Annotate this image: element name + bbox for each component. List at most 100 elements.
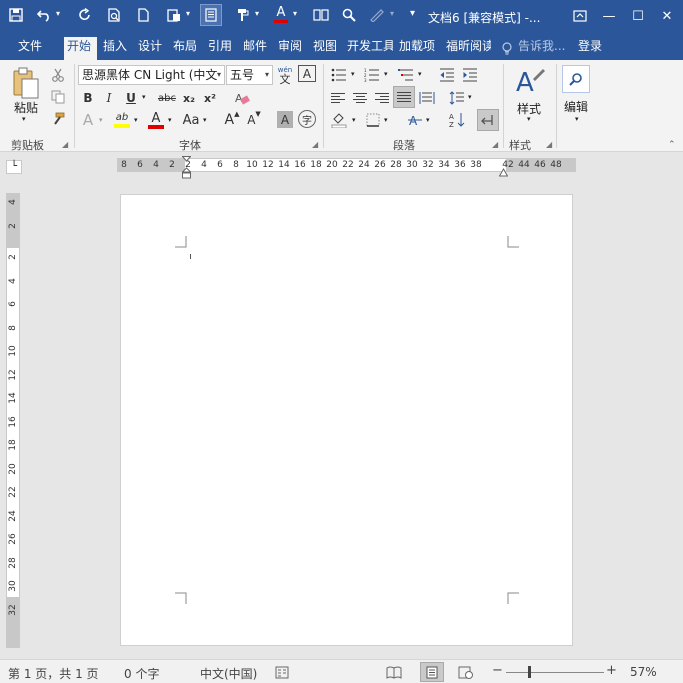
bold-button[interactable]: B <box>80 88 96 108</box>
find-search-icon[interactable] <box>562 65 590 93</box>
multilevel-list-icon[interactable] <box>397 65 415 85</box>
language-indicator[interactable]: 中文(中国) <box>200 665 257 682</box>
zoom-slider-thumb[interactable] <box>528 666 531 678</box>
justify-icon[interactable] <box>393 86 415 108</box>
tab-references[interactable]: 引用 <box>205 37 235 60</box>
enclose-characters-button[interactable]: 字 <box>298 110 316 128</box>
font-color-dropdown-icon[interactable]: ▾ <box>168 116 172 124</box>
styles-launcher-icon[interactable]: ◢ <box>546 140 552 149</box>
page-count[interactable]: 第 1 页，共 1 页 <box>8 665 99 682</box>
repeat-icon[interactable] <box>74 4 96 26</box>
superscript-button[interactable]: x² <box>202 88 218 108</box>
paste-dropdown-icon[interactable]: ▾ <box>22 115 26 123</box>
change-case-dropdown-icon[interactable]: ▾ <box>203 116 207 124</box>
zoom-level[interactable]: 57% <box>630 665 657 679</box>
align-right-icon[interactable] <box>374 88 390 108</box>
cut-icon[interactable] <box>49 65 67 85</box>
zoom-out-button[interactable]: − <box>492 663 503 678</box>
print-preview-icon[interactable] <box>103 4 125 26</box>
indent-markers-icon[interactable] <box>181 156 192 180</box>
underline-button[interactable]: U <box>123 88 139 108</box>
undo-icon[interactable] <box>33 4 55 26</box>
tab-selector-icon[interactable]: └ <box>6 160 22 174</box>
align-left-icon[interactable] <box>330 88 346 108</box>
vertical-ruler[interactable]: 4 2 2 4 6 8 10 12 14 16 18 20 22 24 26 28 30 32 <box>6 193 20 648</box>
strikethrough-button[interactable]: abc <box>156 88 178 108</box>
minimize-button[interactable]: — <box>594 0 624 32</box>
shading-dropdown-icon[interactable]: ▾ <box>352 116 356 124</box>
change-case-button[interactable]: Aa <box>180 110 202 130</box>
character-shading-button[interactable]: A <box>277 111 293 128</box>
tab-mailings[interactable]: 邮件 <box>240 37 270 60</box>
page-view-icon[interactable] <box>200 4 222 26</box>
format-painter-icon[interactable] <box>49 109 67 129</box>
customize-qat-icon[interactable]: ▾ <box>410 8 415 19</box>
right-indent-marker-icon[interactable] <box>498 166 509 177</box>
save-icon[interactable] <box>5 4 27 26</box>
paste-dropdown-icon[interactable]: ▾ <box>186 9 190 18</box>
borders-dropdown-icon[interactable]: ▾ <box>384 116 388 124</box>
font-size-dropdown-icon[interactable]: ▾ <box>265 66 269 84</box>
font-name-dropdown-icon[interactable]: ▾ <box>217 66 221 84</box>
font-name-combo[interactable]: 思源黑体 CN Light (中文 ▾ <box>78 65 225 85</box>
font-color-button[interactable]: A <box>146 109 166 131</box>
tell-me-input[interactable]: 告诉我... <box>515 37 568 60</box>
word-count[interactable]: 0 个字 <box>124 665 159 682</box>
sort-icon[interactable]: AZ <box>448 110 466 130</box>
undo-dropdown-icon[interactable]: ▾ <box>56 9 60 18</box>
bullets-dropdown-icon[interactable]: ▾ <box>351 70 355 78</box>
tab-insert[interactable]: 插入 <box>100 37 130 60</box>
collapse-ribbon-icon[interactable]: ⌃ <box>668 140 676 150</box>
decrease-indent-icon[interactable] <box>438 65 456 85</box>
increase-indent-icon[interactable] <box>461 65 479 85</box>
vertical-scrollbar[interactable] <box>671 178 683 658</box>
grow-font-button[interactable]: A ▲ <box>224 110 240 130</box>
character-border-button[interactable]: A <box>298 65 316 82</box>
text-effects-button[interactable]: A <box>80 110 96 130</box>
highlight-button[interactable]: ab <box>112 109 132 131</box>
zoom-slider-track[interactable] <box>506 672 604 673</box>
italic-button[interactable]: I <box>101 88 117 108</box>
web-layout-icon[interactable] <box>458 664 474 680</box>
show-paragraph-marks-icon[interactable] <box>477 109 499 131</box>
numbering-icon[interactable]: 123 <box>363 65 381 85</box>
font-color-icon[interactable]: A <box>270 4 292 26</box>
paste-label[interactable]: 粘贴 <box>14 99 38 116</box>
editing-dropdown-icon[interactable]: ▾ <box>575 115 579 123</box>
paste-icon[interactable] <box>163 4 185 26</box>
font-launcher-icon[interactable]: ◢ <box>312 140 318 149</box>
highlight-dropdown-icon[interactable]: ▾ <box>134 116 138 124</box>
styles-gallery-icon[interactable]: A <box>514 64 546 98</box>
chinese-layout-icon[interactable]: A <box>405 110 425 130</box>
distributed-icon[interactable] <box>418 88 436 108</box>
editing-button-label[interactable]: 编辑 <box>564 98 588 115</box>
clipboard-launcher-icon[interactable]: ◢ <box>62 140 68 149</box>
format-dropdown-icon[interactable]: ▾ <box>255 9 259 18</box>
tab-home[interactable]: 开始 <box>64 37 97 60</box>
tab-layout[interactable]: 布局 <box>170 37 200 60</box>
print-layout-icon[interactable] <box>420 662 444 682</box>
tab-foxit[interactable]: 福昕阅读 <box>443 37 491 60</box>
underline-dropdown-icon[interactable]: ▾ <box>142 93 146 101</box>
multilevel-dropdown-icon[interactable]: ▾ <box>418 70 422 78</box>
find-icon[interactable] <box>338 4 360 26</box>
document-page[interactable] <box>120 194 573 646</box>
ribbon-display-icon[interactable] <box>565 0 595 32</box>
subscript-button[interactable]: x₂ <box>181 88 197 108</box>
numbering-dropdown-icon[interactable]: ▾ <box>384 70 388 78</box>
clear-formatting-icon[interactable]: A <box>232 88 252 108</box>
shrink-font-button[interactable]: A ▼ <box>246 110 262 130</box>
bullets-icon[interactable] <box>330 65 348 85</box>
copy-icon[interactable] <box>49 87 67 107</box>
paragraph-launcher-icon[interactable]: ◢ <box>492 140 498 149</box>
text-effects-dropdown-icon[interactable]: ▾ <box>99 116 103 124</box>
paste-clipboard-icon[interactable] <box>10 66 42 100</box>
styles-dropdown-icon[interactable]: ▾ <box>527 115 531 123</box>
new-document-icon[interactable] <box>132 4 154 26</box>
shading-bucket-icon[interactable] <box>330 110 348 130</box>
macro-record-icon[interactable] <box>274 664 290 680</box>
font-color-dropdown-icon[interactable]: ▾ <box>293 9 297 18</box>
tab-addins[interactable]: 加载项 <box>396 37 438 60</box>
borders-icon[interactable] <box>364 110 382 130</box>
tab-file[interactable]: 文件 <box>15 37 45 60</box>
